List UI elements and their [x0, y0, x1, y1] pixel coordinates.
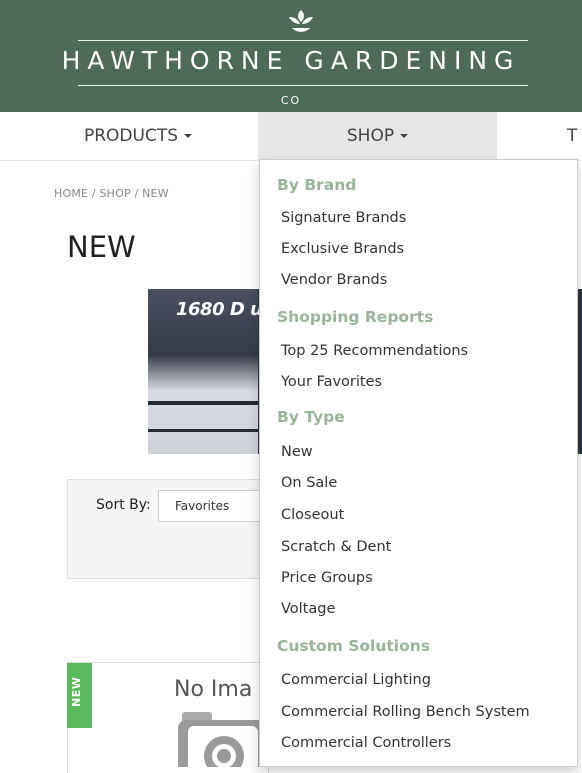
nav-shop-label: SHOP: [346, 126, 395, 146]
nav-products-label: PRODUCTS: [83, 126, 179, 146]
banner-stripe: [148, 401, 258, 405]
caret-down-icon: [184, 134, 193, 138]
nav-products[interactable]: PRODUCTS: [58, 112, 218, 160]
menu-header-by-brand: By Brand: [277, 176, 357, 194]
brand-suffix: CO: [280, 94, 302, 107]
menu-item-closeout[interactable]: Closeout: [281, 507, 344, 523]
sort-select[interactable]: Favorites: [158, 490, 268, 522]
menu-item-top-25[interactable]: Top 25 Recommendations: [281, 343, 468, 359]
nav-next-label: T: [567, 126, 578, 146]
camera-icon: [178, 712, 268, 767]
leaf-sprout-icon: [289, 10, 313, 32]
nav-next-item[interactable]: T: [567, 112, 582, 160]
menu-item-commercial-rolling-bench[interactable]: Commercial Rolling Bench System: [281, 704, 530, 720]
brand-rule-top: [78, 40, 528, 41]
menu-item-commercial-controllers[interactable]: Commercial Controllers: [281, 735, 451, 751]
caret-down-icon: [400, 134, 409, 138]
menu-item-new[interactable]: New: [281, 444, 313, 460]
brand-rule-bottom: [78, 85, 528, 86]
breadcrumb[interactable]: HOME / SHOP / NEW: [54, 187, 169, 200]
new-badge: NEW: [67, 663, 92, 728]
brand-name[interactable]: HAWTHORNE GARDENING: [0, 46, 582, 75]
menu-header-shopping-reports: Shopping Reports: [277, 308, 434, 326]
menu-item-scratch-dent[interactable]: Scratch & Dent: [281, 539, 391, 555]
menu-item-on-sale[interactable]: On Sale: [281, 475, 337, 491]
site-header: HAWTHORNE GARDENING CO: [0, 0, 582, 112]
menu-item-commercial-lighting[interactable]: Commercial Lighting: [281, 672, 431, 688]
menu-header-by-type: By Type: [277, 408, 345, 426]
menu-header-custom-solutions: Custom Solutions: [277, 637, 431, 655]
menu-item-your-favorites[interactable]: Your Favorites: [281, 374, 382, 390]
banner-text: 1680 D u: [176, 299, 263, 320]
banner-stripe: [148, 429, 258, 432]
menu-item-signature-brands[interactable]: Signature Brands: [281, 210, 406, 226]
menu-item-vendor-brands[interactable]: Vendor Brands: [281, 272, 387, 288]
sort-label: Sort By:: [96, 497, 151, 513]
menu-item-exclusive-brands[interactable]: Exclusive Brands: [281, 241, 404, 257]
menu-item-voltage[interactable]: Voltage: [281, 601, 335, 617]
main-navbar: PRODUCTS SHOP T: [0, 112, 582, 161]
page-title: NEW: [67, 230, 136, 264]
nav-shop[interactable]: SHOP: [258, 112, 497, 160]
menu-item-price-groups[interactable]: Price Groups: [281, 570, 373, 586]
new-badge-label: NEW: [70, 676, 83, 707]
no-image-text: No Ima: [174, 677, 253, 702]
